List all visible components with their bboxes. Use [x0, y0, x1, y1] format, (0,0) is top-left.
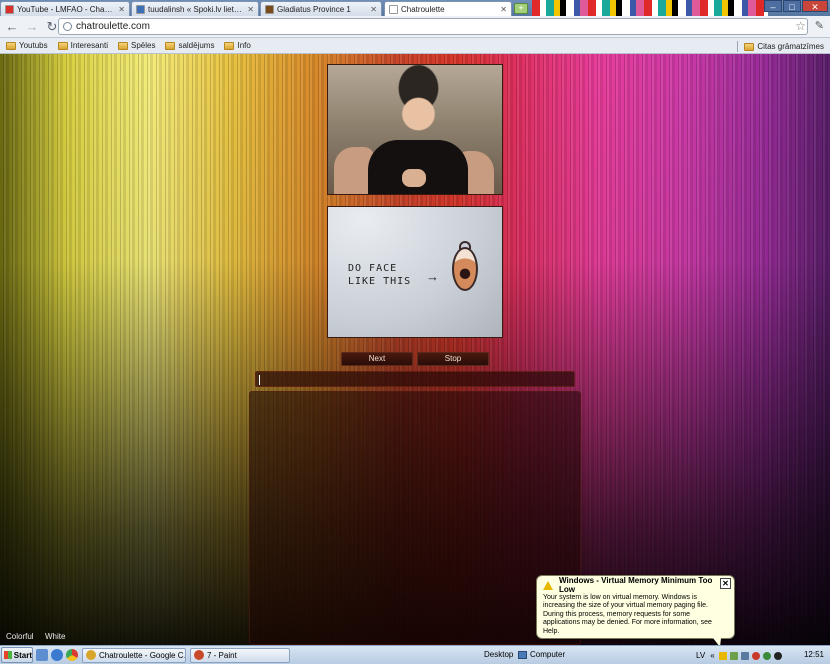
tab-4[interactable]: Chatroulette ✕: [384, 1, 512, 16]
spoki-icon: [136, 4, 145, 14]
youtube-icon: [5, 4, 14, 14]
folder-icon: [744, 42, 755, 51]
next-button[interactable]: Next: [341, 352, 413, 366]
theme-white-link[interactable]: White: [45, 632, 65, 641]
taskbar-button-label: 7 - Paint: [207, 650, 237, 660]
folder-icon: [57, 41, 68, 50]
network-tray-icon[interactable]: [729, 651, 738, 660]
maximize-button[interactable]: □: [783, 0, 801, 12]
bookmark-item[interactable]: Youtubs: [6, 41, 48, 50]
warning-tray-icon[interactable]: [718, 651, 727, 660]
chat-input[interactable]: [255, 371, 575, 387]
desktop-toolbar[interactable]: Desktop: [484, 650, 513, 659]
notification-body: Your system is low on virtual memory. Wi…: [543, 594, 712, 635]
start-label: Start: [13, 650, 32, 660]
tab-3[interactable]: Gladiatus Province 1 ✕: [260, 1, 382, 16]
bookmarks-bar: Youtubs Interesanti Spēles saldējums Info Ci…: [0, 38, 830, 54]
tab-strip: YouTube - LMFAO - Cham… ✕ tuudalinsh « Spo…: [0, 0, 830, 16]
forward-button[interactable]: →: [24, 19, 40, 35]
clock[interactable]: 12:51: [804, 650, 824, 659]
computer-label: Computer: [530, 650, 566, 659]
tab-1[interactable]: YouTube - LMFAO - Cham… ✕: [0, 1, 130, 16]
tab-2[interactable]: tuudalinsh « Spoki.lv lietot… ✕: [131, 1, 259, 16]
back-button[interactable]: ←: [4, 19, 20, 35]
tray-expand-icon[interactable]: «: [710, 651, 714, 660]
globe-icon: [63, 22, 72, 31]
volume-tray-icon[interactable]: [740, 651, 749, 660]
folder-icon: [224, 41, 235, 50]
page-icon: [389, 4, 398, 14]
folder-icon: [165, 41, 176, 50]
bookmark-star-icon[interactable]: ☆: [795, 19, 806, 33]
chat-log: [249, 391, 581, 645]
bookmark-label: Info: [237, 41, 251, 50]
bookmark-item[interactable]: saldējums: [165, 41, 214, 50]
tab-close-icon[interactable]: ✕: [247, 5, 254, 14]
tab-label: tuudalinsh « Spoki.lv lietot…: [148, 4, 245, 14]
windows-logo-icon: [4, 651, 12, 659]
window-controls: – □ ✕: [763, 0, 828, 12]
chatroulette-page: DO FACE LIKE THIS → Next Stop Colorful W…: [0, 54, 830, 645]
status-tray-icon[interactable]: [773, 651, 782, 660]
tab-label: Gladiatus Province 1: [277, 4, 351, 14]
partner-video: [327, 64, 503, 195]
folder-icon: [117, 41, 128, 50]
taskbar-button[interactable]: 7 - Paint: [190, 647, 290, 663]
language-indicator[interactable]: LV: [696, 651, 705, 660]
stop-button[interactable]: Stop: [417, 352, 489, 366]
tab-close-icon[interactable]: ✕: [370, 5, 377, 14]
computer-toolbar[interactable]: Computer: [518, 650, 565, 659]
tab-close-icon[interactable]: ✕: [118, 5, 125, 14]
app-tray-icon[interactable]: [762, 651, 771, 660]
antivirus-tray-icon[interactable]: [751, 651, 760, 660]
drawn-face-icon: [452, 247, 478, 291]
other-bookmarks[interactable]: Citas grāmatzīmes: [737, 41, 824, 52]
address-bar[interactable]: chatroulette.com: [58, 18, 808, 35]
other-bookmarks-label: Citas grāmatzīmes: [757, 42, 824, 51]
show-desktop-icon[interactable]: [36, 649, 48, 661]
tab-label: YouTube - LMFAO - Cham…: [17, 4, 116, 14]
paint-icon: [194, 650, 204, 660]
wrench-menu-icon[interactable]: ✎: [815, 19, 824, 32]
arrow-icon: →: [426, 269, 439, 284]
new-tab-button[interactable]: +: [514, 3, 528, 14]
theme-colorful-link[interactable]: Colorful: [6, 632, 34, 641]
bookmark-label: saldējums: [178, 41, 215, 50]
bookmark-label: Youtubs: [19, 41, 48, 50]
folder-icon: [6, 41, 16, 50]
own-webcam-video: DO FACE LIKE THIS →: [327, 206, 503, 338]
bookmark-label: Spēles: [130, 41, 156, 50]
tab-close-icon[interactable]: ✕: [500, 5, 507, 14]
computer-icon: [518, 650, 527, 659]
close-notification-button[interactable]: ✕: [720, 578, 731, 589]
bookmark-item[interactable]: Spēles: [117, 41, 156, 50]
tab-label: Chatroulette: [401, 4, 445, 14]
minimize-button[interactable]: –: [764, 0, 782, 12]
taskbar-button-label: Chatroulette - Google C…: [99, 650, 186, 660]
virtual-memory-notification: Windows - Virtual Memory Minimum Too Low…: [536, 575, 735, 647]
ie-icon[interactable]: [51, 649, 63, 661]
window-decoration: [532, 0, 768, 16]
bookmark-item[interactable]: Info: [224, 41, 251, 50]
chrome-quicklaunch-icon[interactable]: [66, 649, 78, 661]
taskbar-button[interactable]: Chatroulette - Google C…: [82, 647, 186, 663]
taskbar: Start Chatroulette - Google C… 7 - Paint …: [0, 645, 830, 664]
bookmark-item[interactable]: Interesanti: [57, 41, 108, 50]
notification-title: Windows - Virtual Memory Minimum Too Low: [559, 576, 713, 594]
chrome-icon: [86, 650, 96, 660]
close-window-button[interactable]: ✕: [802, 0, 828, 12]
warning-icon: [543, 580, 553, 590]
address-bar-url: chatroulette.com: [76, 21, 150, 32]
gladiatus-icon: [265, 4, 274, 14]
drawing-text: DO FACE LIKE THIS: [348, 263, 412, 287]
bookmark-label: Interesanti: [70, 41, 108, 50]
start-button[interactable]: Start: [1, 647, 33, 663]
